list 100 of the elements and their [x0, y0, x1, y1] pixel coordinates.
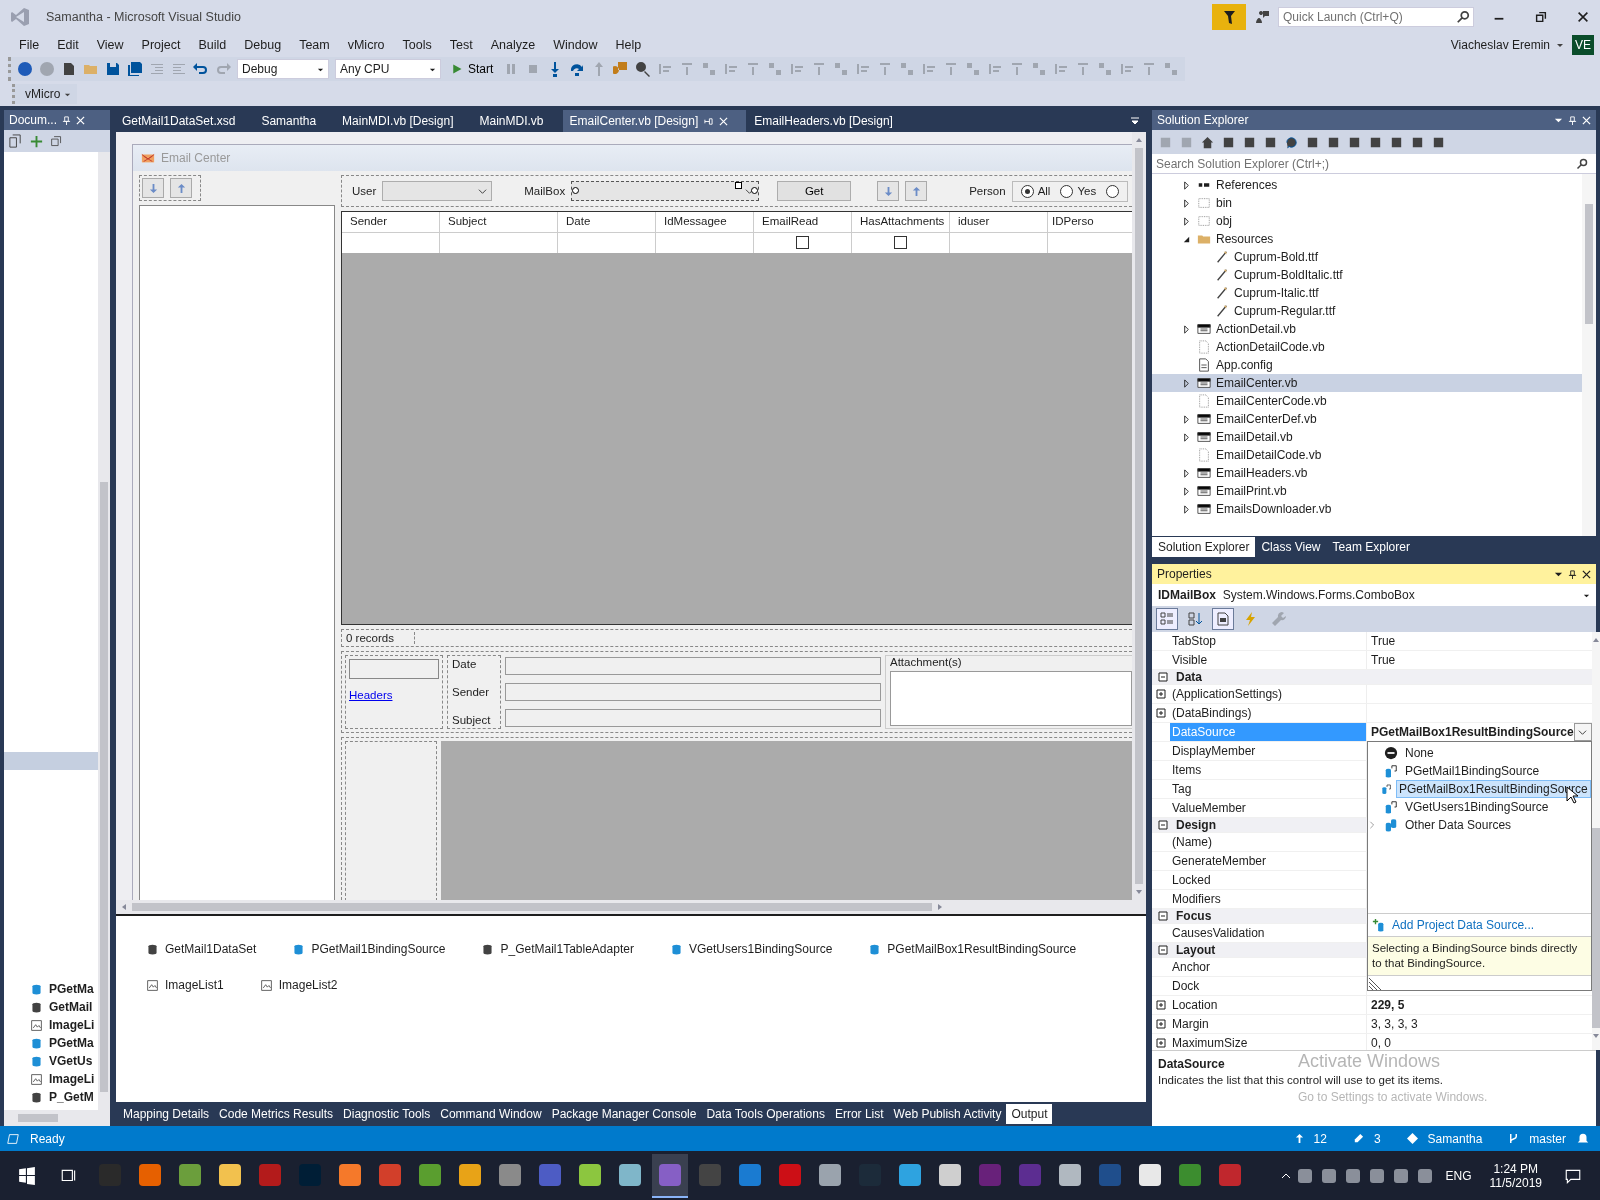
property-name[interactable]: TabStop [1170, 632, 1367, 650]
windows-start-icon[interactable] [18, 1166, 36, 1185]
expand-icon[interactable] [1182, 198, 1191, 208]
tab-menu-icon[interactable] [1130, 116, 1140, 126]
platform-dropdown[interactable]: Any CPU [335, 59, 441, 79]
property-name[interactable]: Dock [1170, 977, 1367, 995]
property-name[interactable]: CausesValidation [1170, 924, 1367, 942]
caret-icon[interactable] [1556, 41, 1564, 49]
collapse-icon[interactable] [1158, 911, 1168, 921]
tree-item-label[interactable]: EmailCenterCode.vb [1216, 394, 1327, 408]
save-icon[interactable] [105, 61, 121, 77]
component-label[interactable]: P_GetMail1TableAdapter [500, 942, 634, 956]
menu-item[interactable]: vMicro [338, 38, 394, 52]
tree-row[interactable]: ActionDetail.vb [1152, 320, 1582, 338]
collapse-icon[interactable] [1158, 672, 1168, 682]
tree-item-label[interactable]: EmailsDownloader.vb [1216, 502, 1332, 516]
property-name[interactable]: (ApplicationSettings) [1170, 685, 1367, 703]
output-tab[interactable]: Error List [829, 1104, 889, 1124]
tray-icon[interactable] [1370, 1168, 1385, 1183]
scrollbar-thumb[interactable] [132, 903, 932, 911]
text-field[interactable] [505, 657, 881, 675]
property-value[interactable]: 229, 5 [1371, 998, 1405, 1012]
output-tab[interactable]: Mapping Details [118, 1104, 215, 1124]
tray-icon[interactable] [1346, 1168, 1361, 1183]
windows-icon[interactable] [50, 134, 63, 148]
tree-row[interactable]: References [1152, 176, 1582, 194]
menu-item[interactable]: Project [132, 38, 190, 52]
panel-tab[interactable]: Class View [1255, 537, 1327, 557]
document-tab[interactable]: GetMail1DataSet.xsd [116, 110, 254, 132]
tree-row[interactable]: Cuprum-Bold.ttf [1152, 248, 1582, 266]
add-data-source-link[interactable]: Add Project Data Source... [1392, 918, 1535, 932]
user-avatar[interactable]: VE [1572, 35, 1594, 55]
scroll-down-icon[interactable] [1591, 1032, 1600, 1040]
language-indicator[interactable]: ENG [1445, 1168, 1472, 1183]
property-value[interactable]: True [1371, 653, 1396, 667]
headers-link[interactable]: Headers [349, 689, 439, 701]
property-name[interactable]: Modifiers [1170, 890, 1367, 908]
expand-icon[interactable] [1156, 1019, 1166, 1029]
collapse-icon[interactable] [1182, 234, 1191, 244]
scrollbar-thumb[interactable] [1135, 148, 1143, 884]
toolbar-icon[interactable] [1200, 134, 1215, 150]
expand-icon[interactable] [1182, 378, 1191, 388]
expand-icon[interactable] [1156, 1038, 1166, 1048]
outline-item[interactable]: PGetMa [49, 1036, 94, 1050]
toolbar-icon[interactable] [1284, 134, 1299, 150]
outline-item[interactable]: ImageLi [49, 1018, 95, 1032]
pin-icon[interactable] [1568, 569, 1577, 579]
tree-item-label[interactable]: References [1216, 178, 1278, 192]
property-name[interactable]: Tag [1170, 780, 1367, 798]
document-tab[interactable]: Samantha [255, 110, 335, 132]
expand-icon[interactable] [1156, 1000, 1166, 1010]
mailbox-combo-box[interactable] [571, 181, 760, 201]
menu-item[interactable]: Debug [235, 38, 291, 52]
dropdown-option[interactable]: PGetMail1BindingSource [1402, 762, 1543, 780]
property-name[interactable]: (DataBindings) [1170, 704, 1367, 722]
component-label[interactable]: VGetUsers1BindingSource [688, 942, 833, 956]
component-label[interactable]: ImageList2 [278, 978, 338, 992]
attachment-list[interactable] [890, 671, 1132, 726]
tree-item-label[interactable]: ActionDetail.vb [1216, 322, 1297, 336]
property-name[interactable]: Margin [1170, 1015, 1367, 1033]
clock[interactable]: 1:24 PM 11/5/2019 [1489, 1161, 1542, 1190]
new-item-icon[interactable] [61, 61, 77, 77]
tree-row[interactable]: EmailHeaders.vb [1152, 464, 1582, 482]
scrollbar-thumb[interactable] [1585, 204, 1593, 324]
property-name[interactable]: ValueMember [1170, 799, 1367, 817]
start-button[interactable]: Start [447, 62, 498, 76]
property-name[interactable]: GenerateMember [1170, 852, 1367, 870]
menu-item[interactable]: Analyze [481, 38, 545, 52]
tree-row[interactable]: App.config [1152, 356, 1582, 374]
tree-item-label[interactable]: EmailCenter.vb [1216, 376, 1298, 390]
expand-icon[interactable] [1182, 324, 1191, 334]
branch-indicator[interactable]: master [1529, 1131, 1566, 1146]
tray-icon[interactable] [1394, 1168, 1409, 1183]
outline-item[interactable]: P_GetM [49, 1090, 94, 1104]
menu-item[interactable]: Help [606, 38, 651, 52]
checkbox[interactable] [894, 236, 907, 249]
move-up-button[interactable] [905, 181, 928, 201]
restore-icon[interactable] [1534, 10, 1548, 24]
tree-item-label[interactable]: Resources [1216, 232, 1274, 246]
tray-icon[interactable] [1418, 1168, 1433, 1183]
document-tab[interactable]: MainMDI.vb [Design] [336, 110, 472, 132]
tree-item-label[interactable]: obj [1216, 214, 1232, 228]
tree-item-label[interactable]: bin [1216, 196, 1232, 210]
get-button[interactable]: Get [777, 181, 852, 201]
menu-item[interactable]: Team [290, 38, 339, 52]
radio-button[interactable] [1106, 184, 1120, 198]
object-selector[interactable]: IDMailBox System.Windows.Forms.ComboBox [1152, 584, 1596, 606]
outline-item[interactable]: GetMail [49, 1000, 93, 1014]
output-window-icon[interactable] [6, 1131, 20, 1146]
property-value[interactable]: PGetMailBox1ResultBindingSource [1371, 725, 1574, 739]
scroll-down-icon[interactable] [1135, 888, 1143, 896]
tree-row[interactable]: EmailCenterDef.vb [1152, 410, 1582, 428]
text-field[interactable] [349, 659, 439, 679]
changes-indicator[interactable]: 3 [1373, 1131, 1381, 1146]
menu-item[interactable]: Window [544, 38, 607, 52]
arrow-up-icon[interactable] [1294, 1133, 1304, 1144]
outline-item[interactable]: PGetMa [49, 982, 94, 996]
radio-label[interactable]: All [1037, 185, 1051, 197]
repository-indicator[interactable]: Samantha [1427, 1131, 1483, 1146]
collapse-icon[interactable] [1158, 945, 1168, 955]
